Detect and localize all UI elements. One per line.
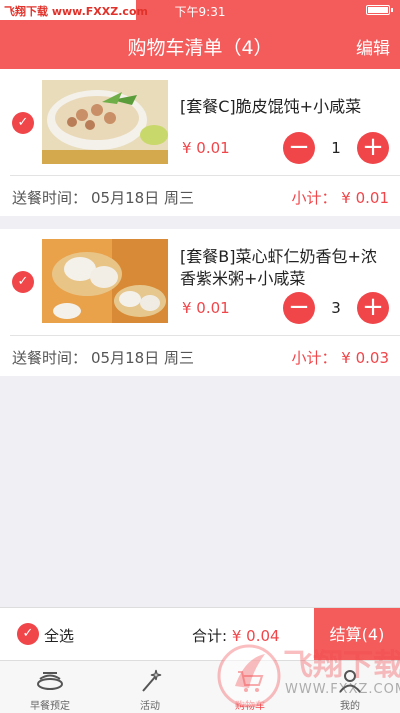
total-value: ¥ 0.04 — [231, 627, 280, 645]
checkbox-checked-icon[interactable]: ✓ — [12, 271, 34, 293]
tab-label: 我的 — [340, 701, 360, 712]
item-price: ¥ 0.01 — [182, 299, 230, 317]
tab-cart[interactable]: 购物车 — [200, 661, 300, 713]
delivery-label: 送餐时间： — [12, 349, 88, 367]
quantity-value: 1 — [331, 139, 341, 157]
increase-quantity-button[interactable]: + — [357, 292, 389, 324]
edit-button[interactable]: 编辑 — [356, 34, 390, 59]
tab-bar: 早餐预定 活动 购物车 我的 — [0, 660, 400, 713]
total: 合计: ¥ 0.04 — [192, 625, 280, 646]
item-price: ¥ 0.01 — [182, 139, 230, 157]
tab-breakfast[interactable]: 早餐预定 — [0, 661, 100, 713]
tab-label: 活动 — [140, 701, 160, 712]
cart-icon — [238, 671, 264, 692]
cart-item: ✓ [套餐B]菜心虾仁奶香包+浓香紫米粥+小咸菜 ¥ 0.01 − 3 + 送餐… — [0, 229, 400, 376]
magic-wand-icon — [142, 669, 162, 692]
select-all-checkbox-icon[interactable]: ✓ — [17, 623, 39, 645]
decrease-quantity-button[interactable]: − — [283, 132, 315, 164]
checkbox-checked-icon[interactable]: ✓ — [12, 112, 34, 134]
total-label: 合计: — [192, 627, 228, 645]
select-all-label[interactable]: 全选 — [44, 625, 74, 646]
item-subtotal: 小计： ¥ 0.01 — [291, 189, 389, 207]
delivery-label: 送餐时间： — [12, 189, 88, 207]
delivery-time: 送餐时间： 05月18日 周三 — [12, 187, 194, 208]
tab-mine[interactable]: 我的 — [300, 661, 400, 713]
increase-quantity-button[interactable]: + — [357, 132, 389, 164]
tab-activities[interactable]: 活动 — [100, 661, 200, 713]
delivery-time: 送餐时间： 05月18日 周三 — [12, 347, 194, 368]
checkout-button[interactable]: 结算(4) — [314, 608, 400, 661]
item-name: [套餐C]脆皮馄饨+小咸菜 — [180, 97, 362, 116]
product-image[interactable] — [42, 239, 168, 323]
divider — [10, 335, 400, 336]
watermark-top: 飞翔下载 www.FXXZ.com — [0, 0, 148, 20]
battery-icon — [366, 5, 390, 15]
divider — [10, 175, 400, 176]
delivery-date: 05月18日 周三 — [91, 189, 194, 207]
checkout-bar: ✓ 全选 合计: ¥ 0.04 结算(4) — [0, 607, 400, 661]
tab-label: 购物车 — [235, 701, 265, 712]
breakfast-icon — [37, 672, 63, 690]
product-image[interactable] — [42, 80, 168, 164]
nav-bar: 购物车清单（4） 编辑 — [0, 20, 400, 69]
item-name: [套餐B]菜心虾仁奶香包+浓香紫米粥+小咸菜 — [180, 247, 377, 288]
delivery-date: 05月18日 周三 — [91, 349, 194, 367]
quantity-value: 3 — [331, 299, 341, 317]
decrease-quantity-button[interactable]: − — [283, 292, 315, 324]
cart-item: ✓ [套餐C]脆皮馄饨+小咸菜 ¥ 0.01 − 1 + 送餐时间： 05月18日… — [0, 69, 400, 216]
tab-label: 早餐预定 — [30, 701, 70, 712]
person-icon — [339, 670, 361, 693]
item-subtotal: 小计： ¥ 0.03 — [291, 349, 389, 367]
page-title: 购物车清单（4） — [127, 37, 273, 59]
